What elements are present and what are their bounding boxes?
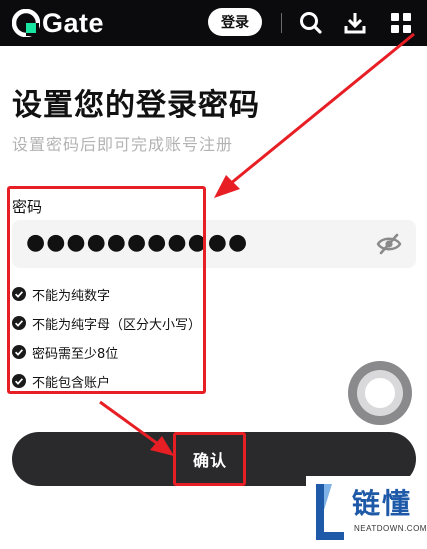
download-icon[interactable] (342, 10, 368, 36)
annotation-highlight-box (173, 432, 246, 486)
top-header: Gate 登录 (0, 0, 427, 46)
watermark-title: 链懂 (352, 487, 413, 520)
login-button[interactable]: 登录 (208, 8, 262, 36)
watermark: 链懂 NEATDOWN.COM (306, 476, 427, 549)
gate-logo-mark-icon (12, 9, 40, 37)
floating-assist-button[interactable] (348, 361, 412, 425)
annotation-arrowhead (214, 175, 240, 198)
search-icon[interactable] (298, 10, 324, 36)
gate-logo[interactable]: Gate (12, 8, 104, 38)
eye-off-icon[interactable] (376, 232, 402, 256)
header-divider (281, 13, 282, 33)
page-title: 设置您的登录密码 (12, 88, 260, 123)
watermark-site: NEATDOWN.COM (354, 524, 427, 533)
watermark-logo-icon (316, 484, 344, 540)
grid-menu-icon[interactable] (388, 10, 414, 36)
page-subtitle: 设置密码后即可完成账号注册 (12, 135, 234, 154)
annotation-highlight-box (7, 186, 206, 394)
logo-text: Gate (42, 7, 105, 38)
